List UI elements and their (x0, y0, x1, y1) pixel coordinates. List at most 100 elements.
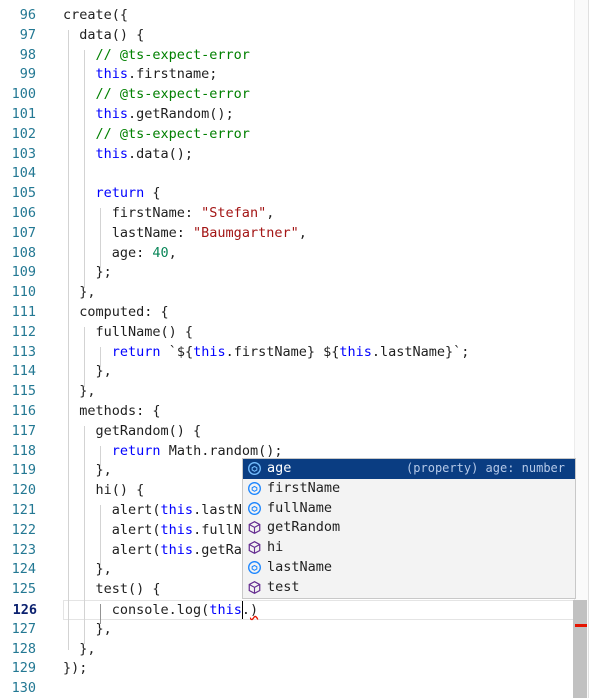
code-line[interactable]: 129}); (0, 659, 574, 679)
line-number: 119 (11, 462, 36, 479)
line-number: 126 (12, 602, 37, 618)
code-text: age: 40, (63, 244, 177, 264)
code-line[interactable]: 110 }, (0, 283, 574, 303)
code-text: console.log(this.) (63, 601, 258, 621)
code-line[interactable]: 103 this.data(); (0, 145, 574, 165)
code-line[interactable]: 111 computed: { (0, 303, 574, 323)
line-number: 96 (19, 7, 36, 23)
code-token: // @ts-expect-error (63, 46, 250, 63)
line-number: 100 (11, 86, 36, 103)
code-token: ) (249, 602, 259, 618)
code-line[interactable]: 114 }, (0, 362, 574, 382)
code-line[interactable]: 99 this.firstname; (0, 65, 574, 85)
code-line[interactable]: 112 fullName() { (0, 323, 574, 343)
code-token: 40 (152, 244, 169, 261)
code-text: // @ts-expect-error (63, 85, 250, 105)
code-token: , (298, 224, 307, 241)
code-text: alert(this.fullNa (63, 521, 250, 541)
code-line[interactable]: 116 methods: { (0, 402, 574, 422)
code-text: computed: { (63, 303, 169, 323)
code-token: return (95, 185, 145, 202)
line-number: 125 (11, 581, 36, 598)
suggest-item-hi[interactable]: hi (243, 538, 575, 558)
suggest-item-getrandom[interactable]: getRandom (243, 518, 575, 538)
code-text: test() { (63, 580, 161, 600)
suggest-label: fullName (267, 499, 333, 516)
code-line[interactable]: 106 firstName: "Stefan", (0, 204, 574, 224)
code-line[interactable]: 96 create({ (0, 6, 574, 26)
code-text: firstName: "Stefan", (63, 204, 275, 224)
code-line[interactable]: 105 return { (0, 184, 574, 204)
code-line[interactable]: 117 getRandom() { (0, 422, 574, 442)
code-line-current[interactable]: 126 console.log(this.) (13, 600, 574, 621)
line-number: 103 (11, 145, 36, 162)
code-text: return { (63, 184, 161, 204)
indent-guide (100, 208, 101, 268)
indent-guide (100, 446, 101, 466)
suggest-item-age[interactable]: age (property) age: number (243, 459, 575, 479)
suggest-widget[interactable]: age (property) age: number firstName fullNa… (242, 458, 576, 599)
code-text: alert(this.getRan (63, 541, 250, 561)
code-token: // @ts-expect-error (63, 125, 250, 142)
code-line[interactable]: 109 }; (0, 263, 574, 283)
suggest-label: getRandom (267, 519, 341, 536)
line-number: 105 (11, 185, 36, 202)
code-text: }, (63, 620, 112, 640)
code-text: alert(this.lastNa (63, 501, 250, 521)
line-number: 118 (11, 442, 36, 459)
code-text: }, (63, 461, 112, 481)
code-token: .firstName} ${ (225, 343, 340, 360)
line-number: 99 (19, 66, 36, 83)
code-token: this (209, 602, 242, 618)
code-token: }, (63, 462, 112, 479)
code-token: computed: { (63, 304, 169, 320)
line-number: 116 (11, 403, 36, 419)
code-line[interactable]: 104 (0, 164, 574, 184)
code-text: }, (63, 362, 112, 382)
line-number: 107 (11, 224, 36, 241)
vertical-scrollbar[interactable] (574, 0, 589, 698)
code-line[interactable]: 127 }, (0, 620, 574, 640)
code-line[interactable]: 128 }, (0, 640, 574, 660)
code-token: return (111, 442, 161, 459)
code-line[interactable]: 130 (0, 679, 574, 699)
code-text: this.firstname; (63, 65, 218, 85)
line-number: 122 (11, 521, 36, 538)
suggest-item-fullname[interactable]: fullName (243, 499, 575, 519)
code-token: this (160, 521, 194, 538)
code-line[interactable]: 98 // @ts-expect-error (0, 46, 574, 66)
code-line[interactable]: 101 this.getRandom(); (0, 105, 574, 125)
code-token: this (95, 145, 129, 162)
line-number: 114 (11, 363, 36, 380)
code-token: Math.random(); (160, 442, 283, 459)
code-line[interactable]: 100 // @ts-expect-error (0, 85, 574, 105)
suggest-item-test[interactable]: test (243, 578, 575, 598)
code-token: test() { (63, 581, 161, 598)
suggest-item-firstname[interactable]: firstName (243, 479, 575, 499)
line-number: 129 (11, 660, 36, 677)
scrollbar-thumb[interactable] (573, 600, 587, 698)
line-number: 108 (11, 244, 36, 261)
suggest-item-lastname[interactable]: lastName (243, 558, 575, 578)
line-number: 130 (11, 680, 36, 697)
code-line[interactable]: 108 age: 40, (0, 244, 574, 264)
code-line[interactable]: 113 return `${this.firstName} ${this.las… (0, 343, 574, 363)
code-token: }); (63, 660, 88, 677)
indent-guide (100, 505, 101, 565)
line-number: 123 (11, 541, 36, 558)
code-token: methods: { (63, 403, 161, 419)
suggest-label: age (267, 460, 292, 476)
code-token: lastName: (63, 224, 194, 241)
code-token: }, (63, 620, 112, 637)
indent-guide (84, 327, 85, 387)
code-text: // @ts-expect-error (63, 46, 250, 66)
code-line[interactable]: 107 lastName: "Baumgartner", (0, 224, 574, 244)
code-line[interactable]: 102 // @ts-expect-error (0, 125, 574, 145)
code-token: .data(); (128, 145, 194, 162)
line-number: 101 (11, 106, 36, 122)
code-token: . (241, 602, 250, 618)
code-line[interactable]: 115 }, (0, 382, 574, 402)
indent-guide (84, 50, 85, 288)
code-line[interactable]: 97 data() { (0, 26, 574, 46)
